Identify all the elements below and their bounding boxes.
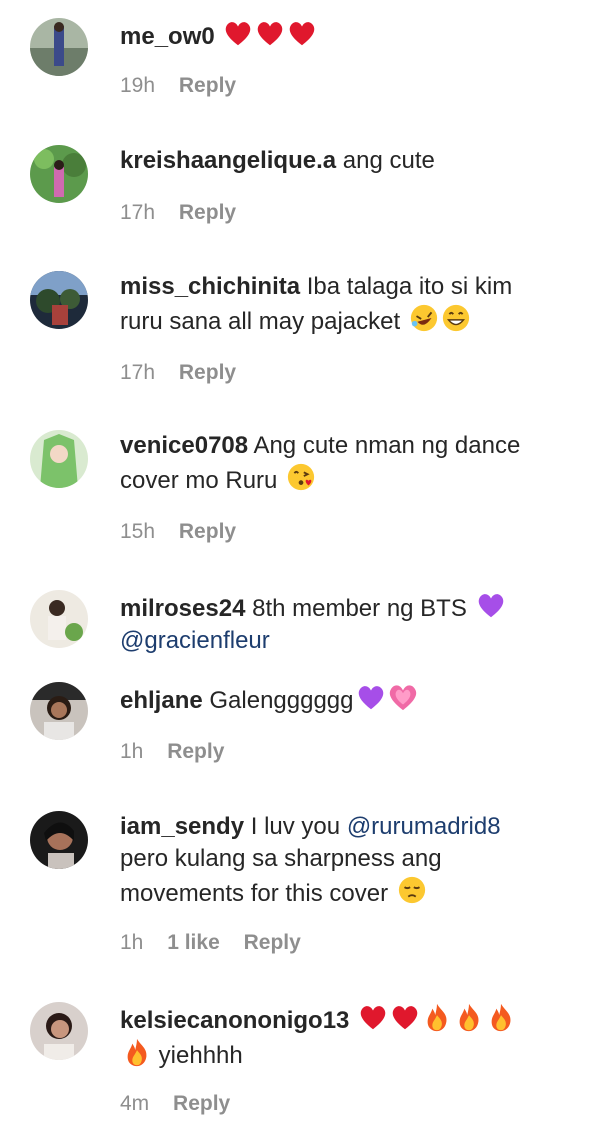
avatar[interactable] — [30, 682, 88, 740]
comment-meta: 1h Reply — [120, 740, 242, 764]
avatar[interactable] — [30, 271, 88, 329]
avatar[interactable] — [30, 811, 88, 869]
comment-text: ang cute — [342, 147, 435, 174]
heart-icon — [390, 1002, 420, 1032]
mention-link[interactable]: @rurumadrid8 — [347, 813, 501, 840]
username[interactable]: milroses24 — [120, 595, 245, 622]
username[interactable]: ehljane — [120, 687, 203, 714]
kiss-icon — [286, 462, 316, 492]
mention-link[interactable]: @gracienfleur — [120, 627, 270, 654]
username[interactable]: kelsiecanononigo13 — [120, 1007, 349, 1034]
avatar[interactable] — [30, 1002, 88, 1060]
purple-heart-icon — [356, 682, 386, 712]
comment-meta: 4m Reply — [120, 1092, 248, 1116]
reply-button[interactable]: Reply — [173, 1092, 230, 1115]
reply-button[interactable]: Reply — [179, 201, 236, 224]
comment-text: Galengggggg — [209, 687, 354, 714]
avatar[interactable] — [30, 18, 88, 76]
comment-text: yiehhhh — [158, 1042, 243, 1069]
timestamp: 1h — [120, 740, 144, 763]
comment-meta: 19h Reply — [120, 74, 254, 98]
timestamp: 17h — [120, 201, 156, 224]
heart-icon — [223, 18, 253, 48]
growing-heart-icon — [388, 682, 418, 712]
comment-meta: 1h 1 like Reply — [120, 931, 319, 955]
username[interactable]: iam_sendy — [120, 813, 244, 840]
comment-text: Iba talaga ito si kim — [306, 273, 513, 300]
timestamp: 19h — [120, 74, 156, 97]
pensive-icon — [397, 875, 427, 905]
grin-icon — [441, 303, 471, 333]
fire-icon — [122, 1037, 152, 1067]
comment-text: 8th member ng BTS — [252, 595, 467, 622]
rofl-icon — [409, 303, 439, 333]
avatar[interactable] — [30, 590, 88, 648]
timestamp: 17h — [120, 361, 156, 384]
comment-text: I luv you — [250, 813, 341, 840]
username[interactable]: miss_chichinita — [120, 273, 300, 300]
timestamp: 4m — [120, 1092, 150, 1115]
comment-meta: 17h Reply — [120, 201, 254, 225]
comment-meta: 15h Reply — [120, 520, 254, 544]
username[interactable]: venice0708 — [120, 432, 248, 459]
comment-text: Ang cute nman ng dance — [253, 432, 521, 459]
avatar[interactable] — [30, 145, 88, 203]
comment-text: movements for this cover — [120, 880, 389, 907]
timestamp: 1h — [120, 931, 144, 954]
reply-button[interactable]: Reply — [179, 74, 236, 97]
username[interactable]: kreishaangelique.a — [120, 147, 336, 174]
fire-icon — [486, 1002, 516, 1032]
comment-text: pero kulang sa sharpness ang — [120, 845, 442, 872]
comment-text: ruru sana all may pajacket — [120, 308, 401, 335]
heart-icon — [358, 1002, 388, 1032]
username[interactable]: me_ow0 — [120, 23, 215, 50]
reply-button[interactable]: Reply — [179, 361, 236, 384]
heart-icon — [255, 18, 285, 48]
timestamp: 15h — [120, 520, 156, 543]
heart-icon — [287, 18, 317, 48]
purple-heart-icon — [476, 590, 506, 620]
comment-text: cover mo Ruru — [120, 467, 278, 494]
reply-button[interactable]: Reply — [244, 931, 301, 954]
likes-count[interactable]: 1 like — [167, 931, 220, 954]
comment-meta: 17h Reply — [120, 361, 254, 385]
reply-button[interactable]: Reply — [167, 740, 224, 763]
reply-button[interactable]: Reply — [179, 520, 236, 543]
fire-icon — [422, 1002, 452, 1032]
fire-icon — [454, 1002, 484, 1032]
avatar[interactable] — [30, 430, 88, 488]
